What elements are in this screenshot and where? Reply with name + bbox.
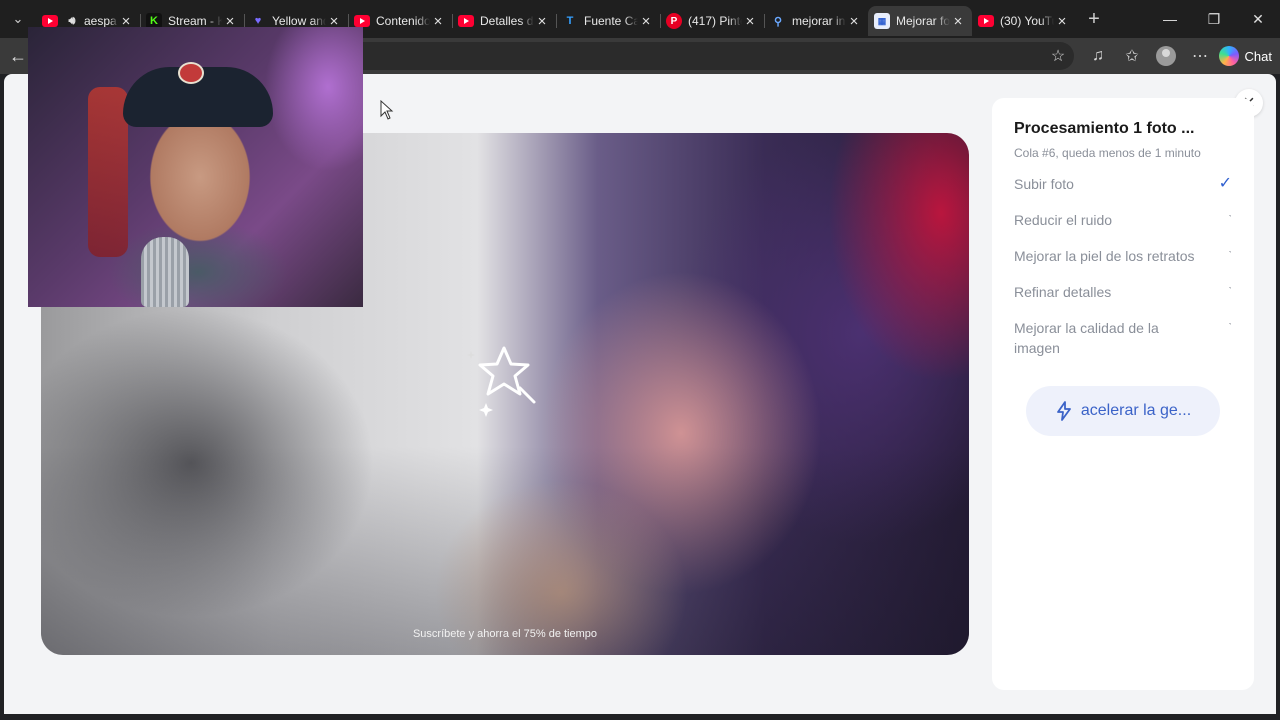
mouse-cursor-icon [380,100,394,120]
step-item: Reducir el ruido ˋ [1014,210,1232,230]
tab-title: aespa [84,14,117,28]
profile-avatar[interactable] [1156,46,1176,66]
tab-detalles[interactable]: Detalles d × [452,6,557,36]
tab-title: Fuente Ca [584,14,638,28]
step-item: Mejorar la piel de los retratos ˋ [1014,246,1232,266]
chat-label: Chat [1244,48,1272,64]
tab-title: Mejorar fo [896,14,950,28]
spinner-icon: ˋ [1228,214,1232,226]
new-tab-plus-icon[interactable]: + [1076,8,1112,31]
queue-status: Cola #6, queda menos de 1 minuto [1014,146,1201,160]
minimize-icon[interactable]: — [1148,0,1192,38]
lightning-bolt-icon [1056,401,1071,421]
step-list: Subir foto ✓ Reducir el ruido ˋ Mejorar … [1014,174,1232,358]
spinner-icon: ˋ [1228,322,1232,334]
tab-pinterest[interactable]: P (417) Pinte × [660,6,765,36]
tab-title: Detalles d [480,14,534,28]
copilot-icon [1218,46,1239,66]
tab-title: Yellow and [272,14,326,28]
close-tab-icon[interactable]: × [534,13,550,30]
spinner-icon: ˋ [1228,286,1232,298]
step-label: Reducir el ruido [1014,212,1113,228]
cap-logo [178,62,204,84]
step-item: Subir foto ✓ [1014,174,1232,194]
tab-title: mejorar in [792,14,846,28]
close-tab-icon[interactable]: × [950,13,966,30]
read-aloud-icon[interactable]: ♫ [1088,46,1108,66]
tab-fuente[interactable]: T Fuente Ca × [556,6,661,36]
processing-panel: Procesamiento 1 foto ... Cola #6, queda … [992,98,1254,690]
tab-mejorar-search[interactable]: ⚲ mejorar in × [764,6,869,36]
search-icon: ⚲ [773,15,783,28]
step-label: Refinar detalles [1014,284,1112,300]
pinterest-icon: P [666,13,682,29]
toolbar-icons: ☆ ♫ ✩ ⋯ [1051,46,1210,66]
close-tab-icon[interactable]: × [638,13,654,30]
gaming-chair [88,87,128,257]
tab-youtube[interactable]: (30) YouTu × [972,6,1076,36]
copilot-chat-button[interactable]: Chat [1218,43,1272,69]
step-item: Mejorar la calidad de la imagen ˋ [1014,318,1232,358]
back-arrow-icon[interactable]: ← [6,44,30,68]
more-menu-icon[interactable]: ⋯ [1190,46,1210,66]
webcam-overlay [28,27,363,307]
tab-mejorar-fotos[interactable]: ▦ Mejorar fo × [868,6,972,36]
youtube-icon [978,13,994,29]
favorite-star-icon[interactable]: ☆ [1048,46,1068,66]
close-tab-icon[interactable]: × [1054,13,1070,30]
font-icon: T [566,15,574,27]
tab-title: (417) Pinte [688,14,742,28]
tab-title: (30) YouTu [1000,14,1054,28]
checkmark-icon: ✓ [1218,175,1232,192]
speed-up-button[interactable]: acelerar la ge... [1026,386,1220,436]
magic-wand-star-icon [467,346,536,417]
close-window-icon[interactable]: ✕ [1236,0,1280,38]
window-controls: — ❐ ✕ [1148,0,1280,38]
subscribe-caption: Suscríbete y ahorra el 75% de tiempo [412,628,598,640]
close-tab-icon[interactable]: × [846,13,862,30]
close-tab-icon[interactable]: × [742,13,758,30]
step-label: Mejorar la piel de los retratos [1014,248,1195,264]
step-item: Refinar detalles ˋ [1014,282,1232,302]
speed-up-label: acelerar la ge... [1080,402,1192,419]
spinner-icon: ˋ [1228,250,1232,262]
microphone [141,237,189,307]
tab-title: Contenido [376,14,430,28]
step-label: Subir foto [1014,176,1074,192]
tab-contenido[interactable]: Contenido × [348,6,453,36]
restore-icon[interactable]: ❐ [1192,0,1236,38]
step-label: Mejorar la calidad de la imagen [1014,320,1159,356]
panel-title: Procesamiento 1 foto ... [1014,120,1195,137]
youtube-icon [458,13,474,29]
app-icon: ▦ [874,13,890,29]
favorites-icon[interactable]: ✩ [1122,46,1142,66]
close-tab-icon[interactable]: × [430,13,446,30]
tab-title: Stream - K [168,14,222,28]
